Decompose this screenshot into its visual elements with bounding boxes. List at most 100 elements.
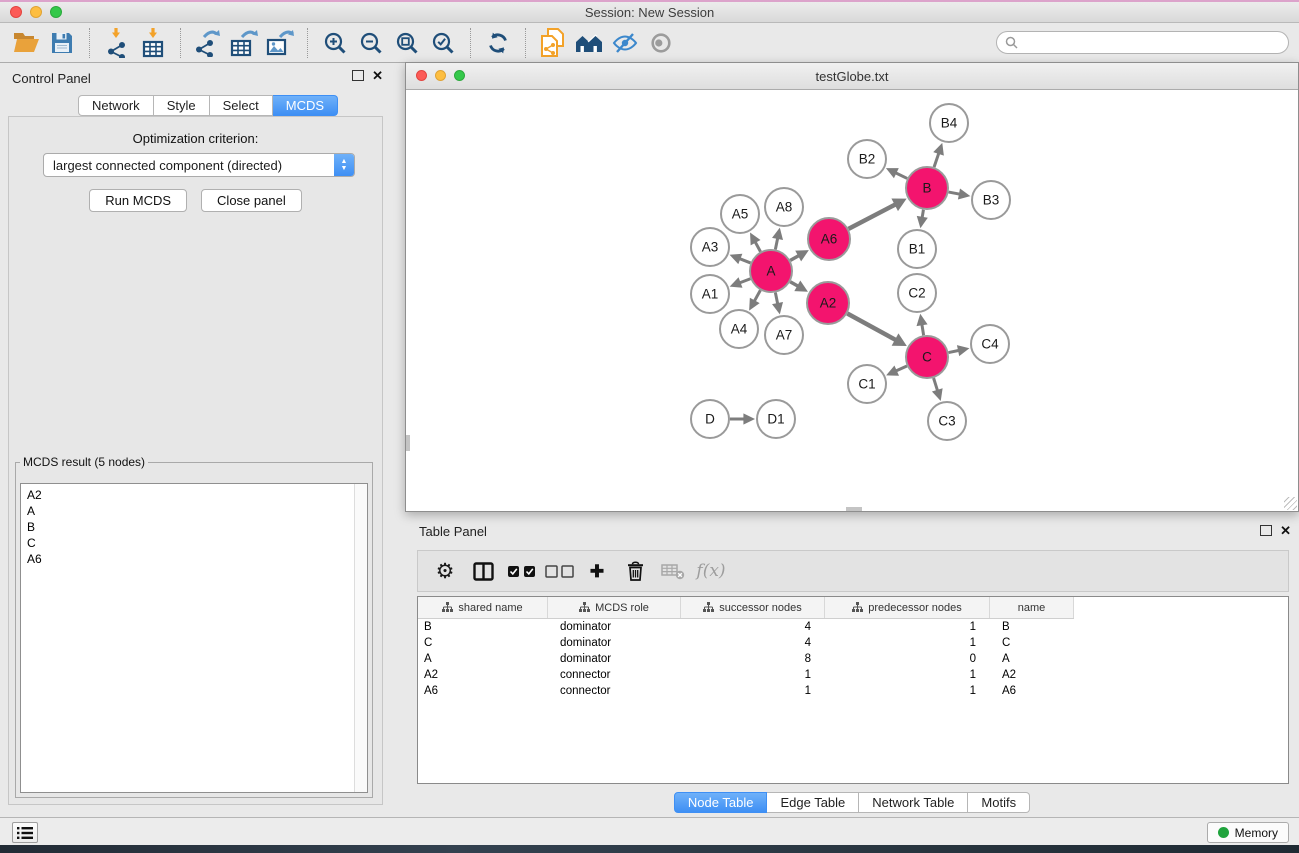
mcds-result-item[interactable]: A6: [27, 551, 361, 567]
network-canvas[interactable]: AA1A2A3A4A5A6A7A8BB1B2B3B4CC1C2C3C4DD1: [406, 90, 1298, 511]
graph-node-label-A1: A1: [702, 287, 719, 302]
minimize-window-icon[interactable]: [30, 6, 42, 18]
edge-C-C2[interactable]: [922, 324, 924, 335]
search-input[interactable]: [1023, 35, 1280, 51]
search-field[interactable]: [996, 31, 1289, 54]
export-network-icon[interactable]: [190, 27, 226, 59]
delete-icon[interactable]: [616, 553, 654, 589]
node-table[interactable]: shared name MCDS role successor nodesprede…: [417, 596, 1289, 784]
task-history-button[interactable]: [12, 822, 38, 843]
tab-mcds[interactable]: MCDS: [273, 95, 338, 116]
optimization-criterion-select[interactable]: largest connected component (directed) ▲…: [43, 153, 355, 177]
export-table-icon[interactable]: [226, 27, 262, 59]
edge-C-C4[interactable]: [949, 350, 960, 352]
edge-B-B4[interactable]: [934, 153, 939, 167]
add-column-icon[interactable]: ✚: [578, 553, 616, 589]
table-tab-network-table[interactable]: Network Table: [859, 792, 968, 813]
close-panel-button[interactable]: Close panel: [201, 189, 302, 212]
table-row[interactable]: Cdominator41C: [418, 635, 1288, 651]
save-session-icon[interactable]: [44, 27, 80, 59]
hide-graphics-details-icon[interactable]: [607, 27, 643, 59]
close-table-panel-icon[interactable]: ✕: [1280, 526, 1291, 536]
import-network-icon[interactable]: [99, 27, 135, 59]
column-header-shared-name[interactable]: shared name: [418, 597, 548, 618]
maximize-network-icon[interactable]: [454, 70, 465, 81]
close-network-icon[interactable]: [416, 70, 427, 81]
column-header-name[interactable]: name: [990, 597, 1074, 618]
zoom-out-icon[interactable]: [353, 27, 389, 59]
edge-A-A4[interactable]: [754, 290, 760, 301]
minimize-network-icon[interactable]: [435, 70, 446, 81]
edge-C-C1[interactable]: [896, 366, 907, 371]
split-view-icon[interactable]: [464, 553, 502, 589]
edge-C-C3[interactable]: [934, 378, 938, 391]
edge-A-A3[interactable]: [739, 259, 750, 263]
edge-B-B2[interactable]: [895, 173, 907, 179]
column-label: MCDS role: [595, 602, 649, 614]
tab-select[interactable]: Select: [210, 95, 273, 116]
zoom-fit-icon[interactable]: [389, 27, 425, 59]
network-window-title: testGlobe.txt: [816, 69, 889, 84]
column-header-mcds-role[interactable]: MCDS role: [548, 597, 681, 618]
select-all-checkboxes-icon[interactable]: [502, 553, 540, 589]
gear-icon[interactable]: ⚙: [426, 553, 464, 589]
deselect-all-checkboxes-icon[interactable]: [540, 553, 578, 589]
network-window-titlebar[interactable]: testGlobe.txt: [406, 63, 1298, 90]
memory-button[interactable]: Memory: [1207, 822, 1289, 843]
tab-network[interactable]: Network: [78, 95, 154, 116]
cell-successor-nodes: 1: [681, 685, 825, 697]
table-row[interactable]: A2connector11A2: [418, 667, 1288, 683]
graph-node-label-D1: D1: [767, 412, 784, 427]
first-neighbors-icon[interactable]: [571, 27, 607, 59]
zoom-in-icon[interactable]: [317, 27, 353, 59]
table-tabs: Node TableEdge TableNetwork TableMotifs: [405, 792, 1299, 813]
new-network-from-selection-icon[interactable]: [535, 27, 571, 59]
resize-grip-icon[interactable]: [1284, 497, 1297, 510]
close-window-icon[interactable]: [10, 6, 22, 18]
edge-A-A6[interactable]: [790, 256, 799, 261]
delete-table-icon[interactable]: [654, 553, 692, 589]
function-builder-icon[interactable]: f(x): [692, 553, 730, 589]
edge-A2-C[interactable]: [847, 314, 896, 341]
open-session-icon[interactable]: [8, 27, 44, 59]
float-table-panel-icon[interactable]: [1260, 525, 1272, 536]
desktop-background: [0, 845, 1299, 853]
mcds-result-item[interactable]: A: [27, 503, 361, 519]
graph-node-label-A: A: [766, 264, 775, 279]
edge-B-B3[interactable]: [949, 192, 960, 194]
column-header-predecessor-nodes[interactable]: predecessor nodes: [825, 597, 990, 618]
mcds-result-list[interactable]: A2ABCA6: [20, 483, 368, 793]
table-tab-edge-table[interactable]: Edge Table: [767, 792, 859, 813]
edge-A-A1[interactable]: [740, 279, 751, 283]
tab-style[interactable]: Style: [154, 95, 210, 116]
table-row[interactable]: A6connector11A6: [418, 683, 1288, 699]
edge-A-A5[interactable]: [755, 242, 760, 252]
refresh-layout-icon[interactable]: [480, 27, 516, 59]
birds-eye-view-icon[interactable]: [643, 27, 679, 59]
table-tab-node-table[interactable]: Node Table: [674, 792, 768, 813]
mcds-result-item[interactable]: A2: [27, 487, 361, 503]
table-tab-motifs[interactable]: Motifs: [968, 792, 1030, 813]
column-header-successor-nodes[interactable]: successor nodes: [681, 597, 825, 618]
zoom-selected-icon[interactable]: [425, 27, 461, 59]
import-table-icon[interactable]: [135, 27, 171, 59]
edge-A6-B[interactable]: [849, 204, 896, 229]
edge-B-B1[interactable]: [922, 210, 923, 218]
network-graph[interactable]: AA1A2A3A4A5A6A7A8BB1B2B3B4CC1C2C3C4DD1: [406, 90, 1298, 512]
mcds-result-item[interactable]: C: [27, 535, 361, 551]
export-image-icon[interactable]: [262, 27, 298, 59]
cell-shared-name: A6: [418, 685, 548, 697]
scrollbar[interactable]: [354, 484, 367, 792]
run-mcds-button[interactable]: Run MCDS: [89, 189, 187, 212]
cell-mcds-role: dominator: [548, 653, 681, 665]
optimization-criterion-value: largest connected component (directed): [44, 158, 334, 173]
table-row[interactable]: Adominator80A: [418, 651, 1288, 667]
fullscreen-window-icon[interactable]: [50, 6, 62, 18]
edge-A-A7[interactable]: [775, 293, 777, 304]
mcds-result-item[interactable]: B: [27, 519, 361, 535]
edge-A-A8[interactable]: [775, 238, 777, 249]
table-row[interactable]: Bdominator41B: [418, 619, 1288, 635]
edge-A-A2[interactable]: [790, 282, 798, 286]
close-panel-icon[interactable]: ✕: [372, 71, 383, 81]
float-panel-icon[interactable]: [352, 70, 364, 81]
